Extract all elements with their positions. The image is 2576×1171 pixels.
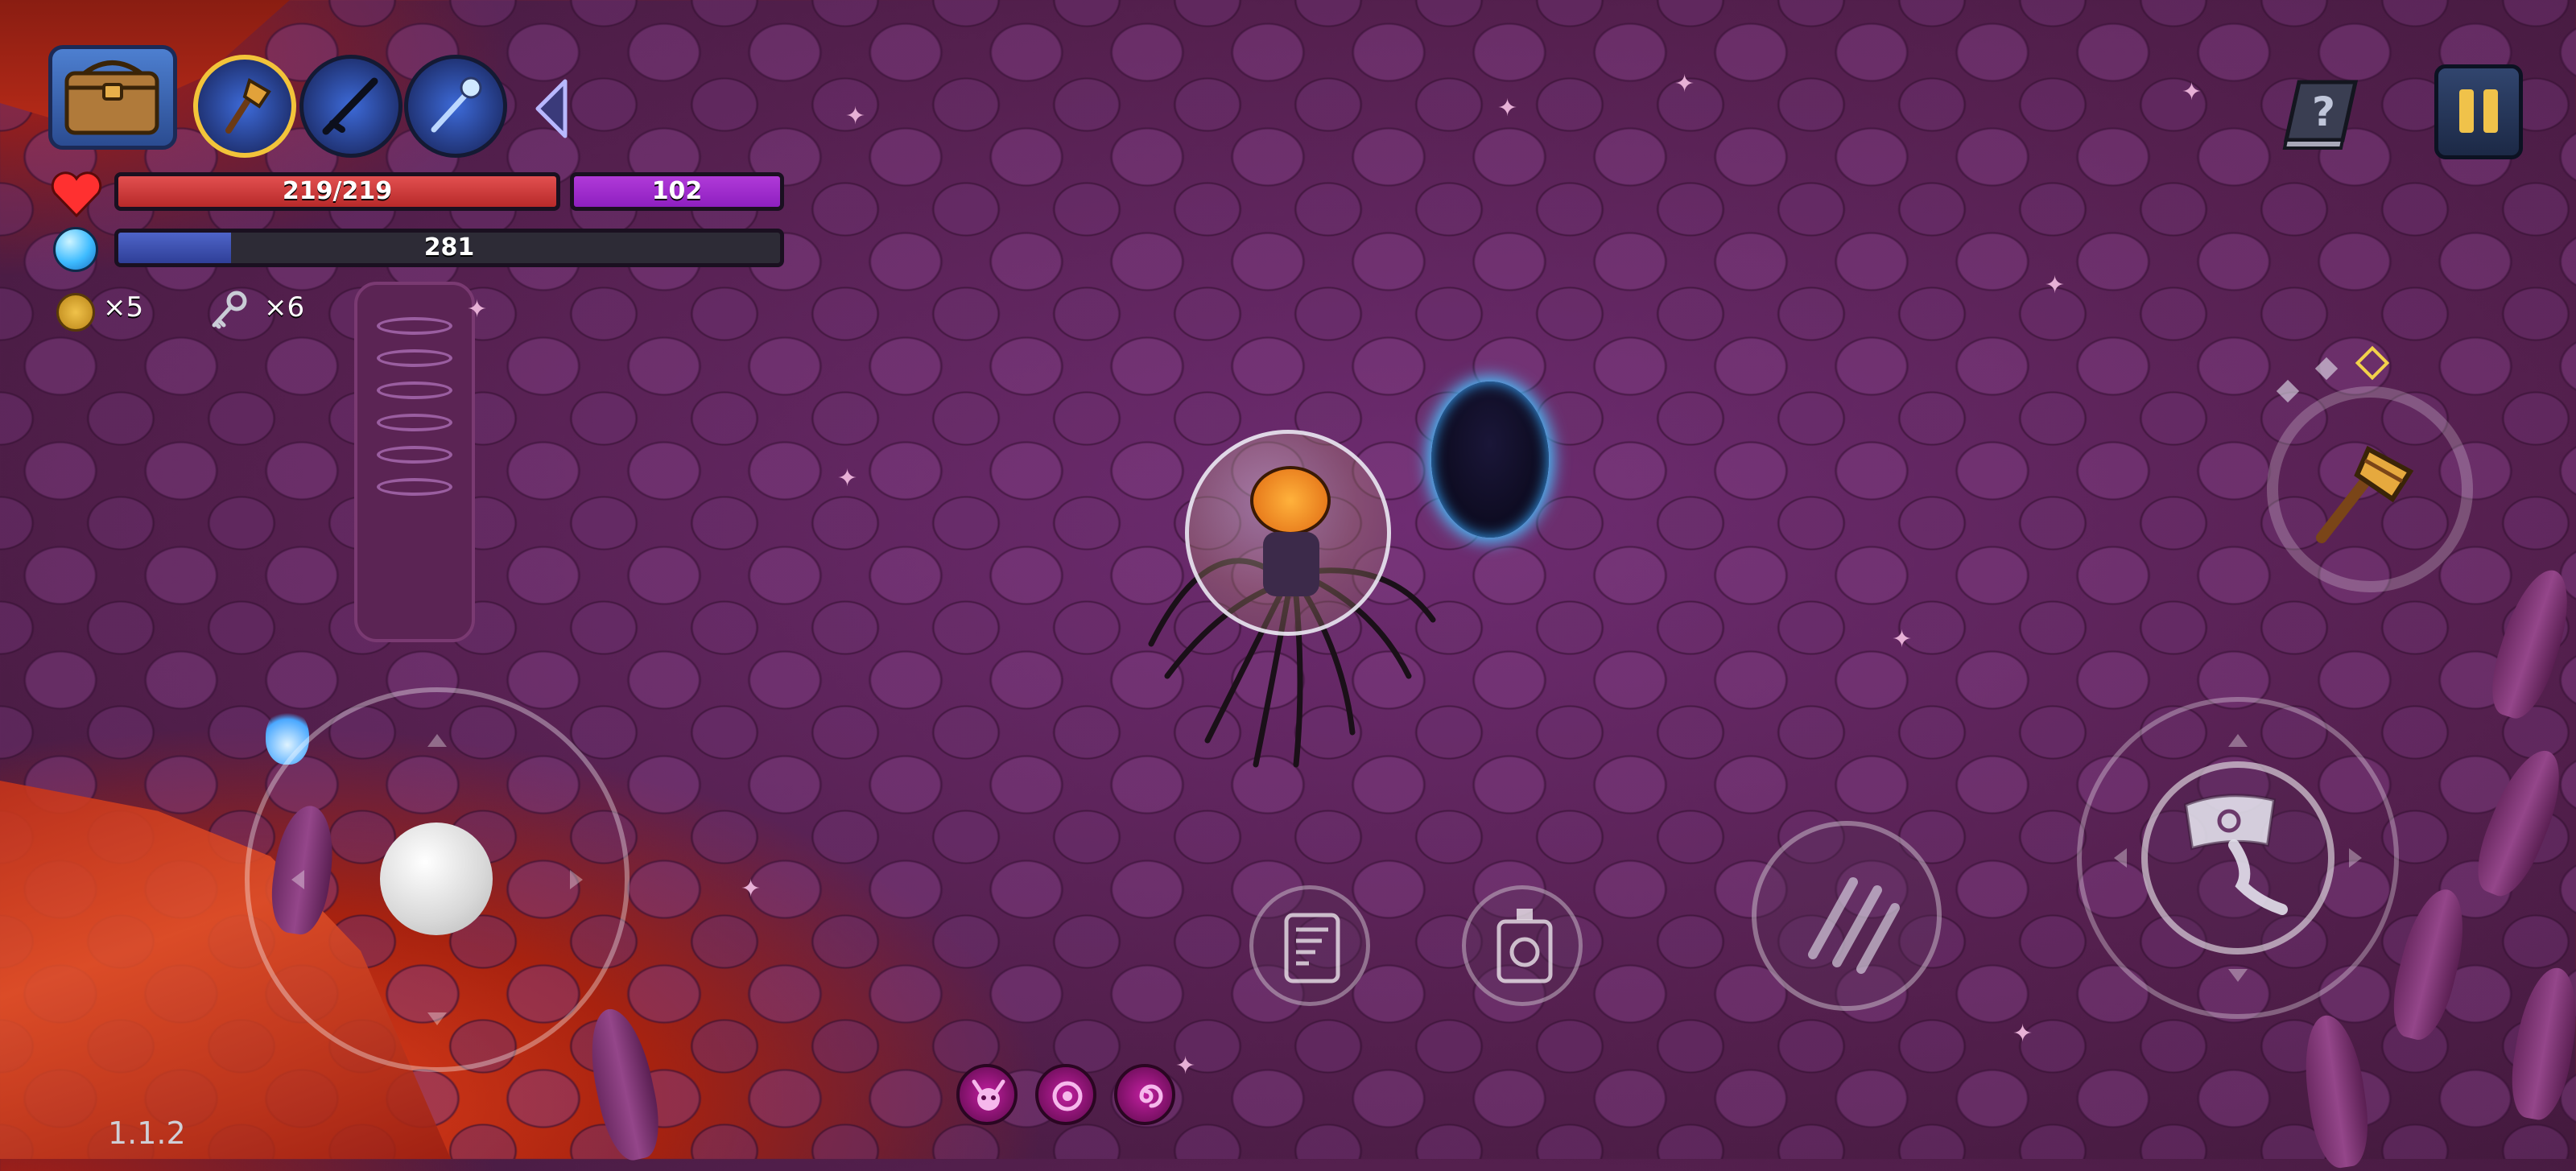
spiral-orb-icon [1139,1084,1163,1108]
claw-slash-icon [1808,877,1900,974]
buff-demon-skull [956,1064,1018,1125]
sparkle-decoration: ✦ [2013,1020,2033,1048]
skill-button-bars[interactable] [1249,885,1370,1006]
sparkle-decoration: ✦ [1674,70,1695,98]
version-label: 1.1.2 [108,1115,186,1151]
sparkle-decoration: ✦ [2045,271,2066,299]
key-icon [212,291,247,329]
mana-bar: 281 [114,229,784,267]
mana-orb-icon [53,227,98,272]
inventory-bag-button[interactable] [48,45,177,150]
pumpkin-head [1250,466,1331,535]
coin-icon [56,293,95,332]
vortex-eye-icon [1052,1081,1083,1111]
rifle-icon [322,77,378,135]
interact-button[interactable] [1462,885,1583,1006]
ice-staff-icon [431,76,482,133]
question-mark-icon: ? [2312,89,2335,135]
mana-value: 281 [423,233,475,262]
weapon-slot-2[interactable] [299,55,402,158]
skill-button-claws[interactable] [1752,821,1942,1011]
joystick-knob[interactable] [380,823,493,935]
weapon-slot-1[interactable] [193,55,296,158]
sparkle-decoration: ✦ [467,295,488,324]
health-value: 219/219 [282,177,393,205]
broom-icon [225,77,271,134]
broom-icon [2316,445,2414,543]
heart-icon [51,171,102,218]
armor-value: 102 [651,177,703,205]
attack-button[interactable] [2141,761,2334,955]
armor-bar: 102 [570,172,784,211]
switch-weapon-button[interactable] [2267,386,2473,592]
pause-icon [2459,89,2474,133]
demon-skull-icon [972,1079,1005,1111]
pause-icon [2483,89,2498,133]
character-body [1263,532,1319,596]
health-bar: 219/219 [114,172,560,211]
sparkle-decoration: ✦ [2182,78,2202,106]
cursed-scroll-attack-icon [2183,794,2288,915]
collapse-weapons-arrow-icon[interactable] [531,76,572,141]
backpack-icon [1496,909,1553,983]
help-book-button[interactable]: ? [2275,76,2363,153]
sparkle-decoration: ✦ [845,102,866,130]
satchel-icon [64,60,159,135]
sparkle-decoration: ✦ [837,464,858,493]
sparkle-decoration: ✦ [741,875,762,903]
sparkle-decoration: ✦ [1497,94,1518,122]
key-count: ×6 [264,291,305,324]
weapon-slot-3[interactable] [404,55,507,158]
scroll-bars-icon [1284,913,1340,983]
buff-vortex-eye [1035,1064,1096,1125]
sparkle-decoration: ✦ [1175,1052,1196,1080]
coin-count: ×5 [103,291,144,324]
bone-pillar [354,282,475,642]
buff-spiral-orb [1114,1064,1175,1125]
sparkle-decoration: ✦ [1892,625,1913,654]
mana-bar-fill [118,233,231,263]
player-character-shield [1185,430,1391,636]
pause-button[interactable] [2434,64,2523,159]
